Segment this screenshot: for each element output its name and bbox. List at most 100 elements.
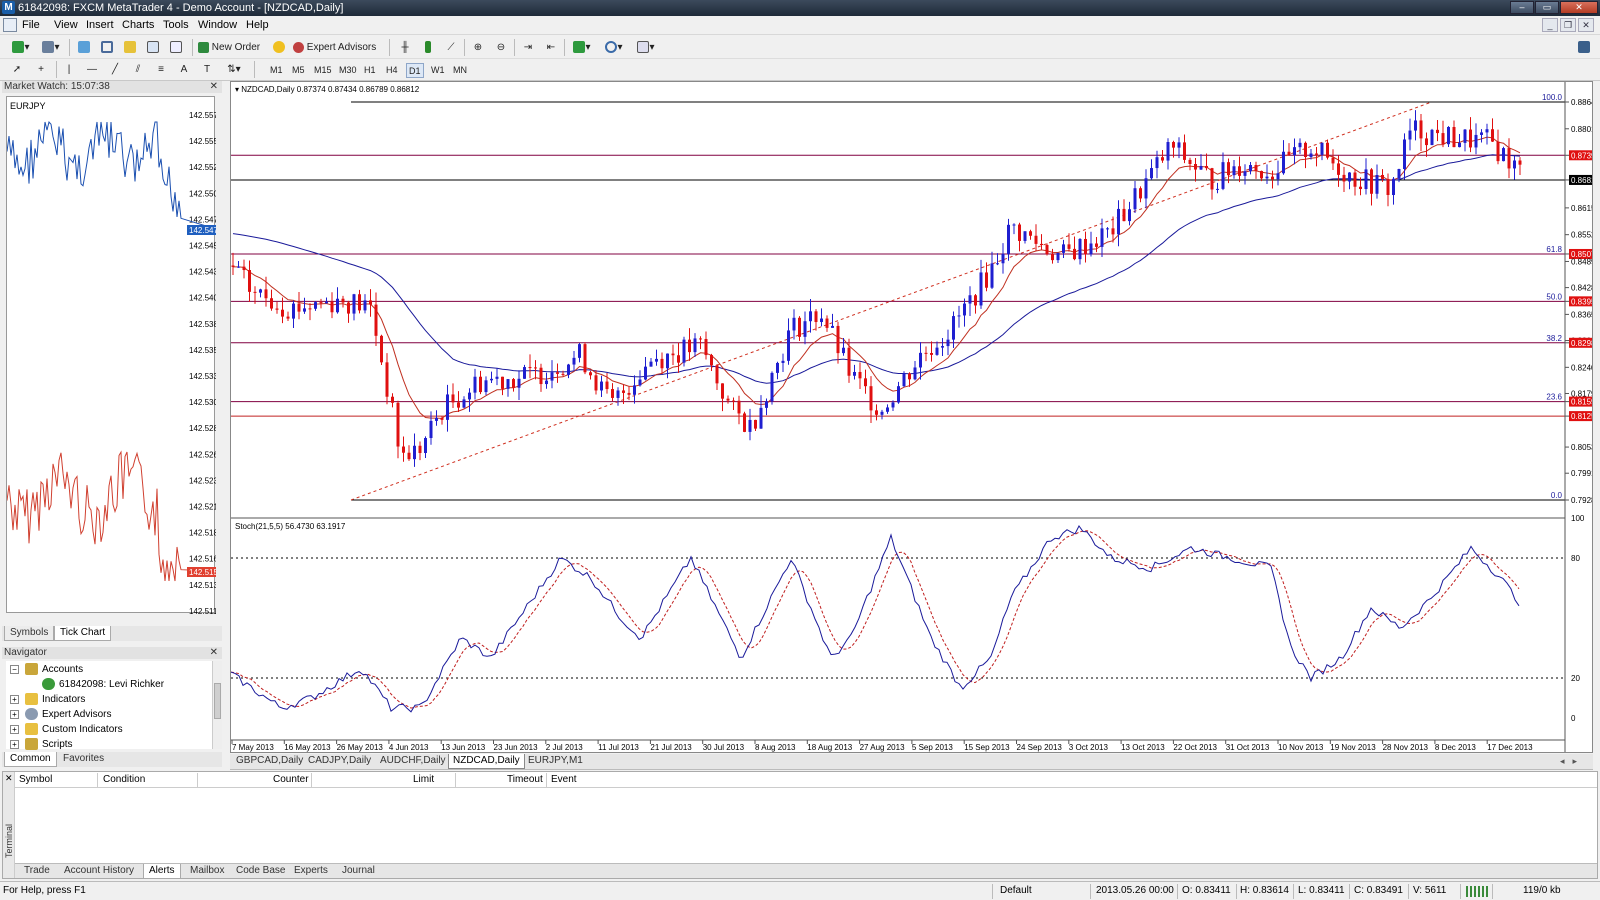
col-condition[interactable]: Condition [103,774,145,785]
tab-tick-chart[interactable]: Tick Chart [54,626,112,641]
navigator-close-icon[interactable]: ✕ [210,647,218,659]
chart-shift-icon[interactable]: ⇤ [542,39,560,56]
nav-indicators[interactable]: + Indicators [10,693,85,707]
new-order-button[interactable]: New Order [197,39,267,56]
tab-audchf-daily[interactable]: AUDCHF,Daily [376,754,450,769]
nav-accounts[interactable]: − Accounts [10,663,83,677]
nav-account-61842098[interactable]: 61842098: Levi Richker [42,678,164,692]
chart-window[interactable]: 100.061.850.038.223.60.0 0.886450.880150… [230,81,1600,753]
chart-tab-scroll-arrows[interactable]: ◂▸ [1560,756,1585,767]
tab-journal[interactable]: Journal [337,864,380,879]
timeframe-h4[interactable]: H4 [384,63,400,78]
new-chart-button[interactable]: ▾ [8,39,34,56]
timeframe-m30[interactable]: M30 [337,63,359,78]
mdi-minimize-button[interactable]: _ [1542,18,1558,32]
expand-icon[interactable]: + [10,694,19,704]
col-limit[interactable]: Limit [413,774,434,785]
close-button[interactable]: ✕ [1560,1,1598,14]
minimize-button[interactable]: – [1510,1,1534,14]
terminal-toggle-icon[interactable] [144,39,162,56]
tab-account-history[interactable]: Account History [59,864,139,879]
bullish-candle [1166,142,1170,161]
cursor-tool-icon[interactable]: ➚ [8,61,26,78]
text-label-icon[interactable]: T [198,61,216,78]
bearish-candle [847,347,851,376]
tab-gbpcad-daily[interactable]: GBPCAD,Daily [232,754,307,769]
arrows-tool-button[interactable]: ⇅▾ [221,61,247,78]
menu-charts[interactable]: Charts [122,19,154,31]
templates-button[interactable]: ▾ [633,39,659,56]
market-watch-toggle-icon[interactable] [75,39,93,56]
zoom-in-icon[interactable]: ⊕ [469,39,487,56]
mdi-close-button[interactable]: ✕ [1578,18,1594,32]
auto-scroll-icon[interactable]: ⇥ [519,39,537,56]
menu-tools[interactable]: Tools [163,19,189,31]
col-symbol[interactable]: Symbol [19,774,52,785]
tab-code-base[interactable]: Code Base [231,864,290,879]
periods-button[interactable]: ▾ [601,39,627,56]
tab-alerts[interactable]: Alerts [143,864,181,879]
timeframe-m1[interactable]: M1 [268,63,285,78]
horizontal-line-icon[interactable]: — [83,61,101,78]
expand-icon[interactable]: + [10,724,19,734]
expand-icon[interactable]: + [10,709,19,719]
data-window-icon[interactable] [98,39,116,56]
indicators-list-button[interactable]: ▾ [569,39,595,56]
metaeditor-icon[interactable] [270,39,288,56]
collapse-icon[interactable]: − [10,664,19,674]
document-icon[interactable] [3,18,17,32]
col-counter[interactable]: Counter [273,774,309,785]
mdi-restore-button[interactable]: ❐ [1560,18,1576,32]
bullish-candle [633,385,636,395]
nav-expert-advisors[interactable]: + Expert Advisors [10,708,111,722]
navigator-scroll-thumb[interactable] [214,683,221,719]
timeframe-m15[interactable]: M15 [312,63,334,78]
tick-chart[interactable]: EURJPY 142.557 142.555 142.552 142.550 142.5… [6,96,218,616]
zoom-out-icon[interactable]: ⊖ [492,39,510,56]
col-event[interactable]: Event [551,774,577,785]
tab-experts[interactable]: Experts [289,864,333,879]
profiles-button[interactable]: ▾ [38,39,64,56]
bullish-candle [336,298,339,313]
channel-icon[interactable]: ⫽ [129,61,147,78]
menu-help[interactable]: Help [246,19,269,31]
expand-icon[interactable]: + [10,739,19,749]
tab-common[interactable]: Common [4,752,57,767]
menu-window[interactable]: Window [198,19,237,31]
tab-mailbox[interactable]: Mailbox [185,864,229,879]
maximize-button[interactable]: ▭ [1535,1,1559,14]
crosshair-tool-icon[interactable]: + [32,61,50,78]
strategy-tester-icon[interactable] [167,39,185,56]
terminal-close-icon[interactable]: ✕ [5,773,13,784]
tab-symbols[interactable]: Symbols [4,626,55,641]
tab-trade[interactable]: Trade [19,864,55,879]
timeframe-w1[interactable]: W1 [429,63,447,78]
expert-advisors-button[interactable]: Expert Advisors [292,39,384,56]
menu-view[interactable]: View [54,19,78,31]
menu-file[interactable]: File [22,19,40,31]
timeframe-h1[interactable]: H1 [362,63,378,78]
nav-scripts[interactable]: + Scripts [10,738,73,752]
timeframe-m5[interactable]: M5 [290,63,307,78]
navigator-toggle-icon[interactable] [121,39,139,56]
navigator-scrollbar[interactable] [212,661,222,749]
bar-chart-icon[interactable]: ╫ [396,39,414,56]
market-watch-close-icon[interactable]: ✕ [210,81,218,93]
vertical-line-icon[interactable]: | [60,61,78,78]
bearish-candle [1018,224,1021,241]
tab-cadjpy-daily[interactable]: CADJPY,Daily [304,754,375,769]
candlestick-chart-icon[interactable] [419,39,437,56]
timeframe-mn[interactable]: MN [451,63,469,78]
chat-icon[interactable] [1575,39,1593,56]
nav-custom-indicators[interactable]: + Custom Indicators [10,723,123,737]
text-tool-icon[interactable]: A [175,61,193,78]
tab-nzdcad-daily[interactable]: NZDCAD,Daily [448,754,525,769]
tab-favorites[interactable]: Favorites [58,752,109,767]
timeframe-d1[interactable]: D1 [406,63,424,78]
menu-insert[interactable]: Insert [86,19,114,31]
tab-eurjpy-m1[interactable]: EURJPY,M1 [524,754,587,769]
fibonacci-icon[interactable]: ≡ [152,61,170,78]
line-chart-icon[interactable]: ⟋ [442,39,460,56]
trendline-icon[interactable]: ╱ [106,61,124,78]
col-timeout[interactable]: Timeout [507,774,543,785]
